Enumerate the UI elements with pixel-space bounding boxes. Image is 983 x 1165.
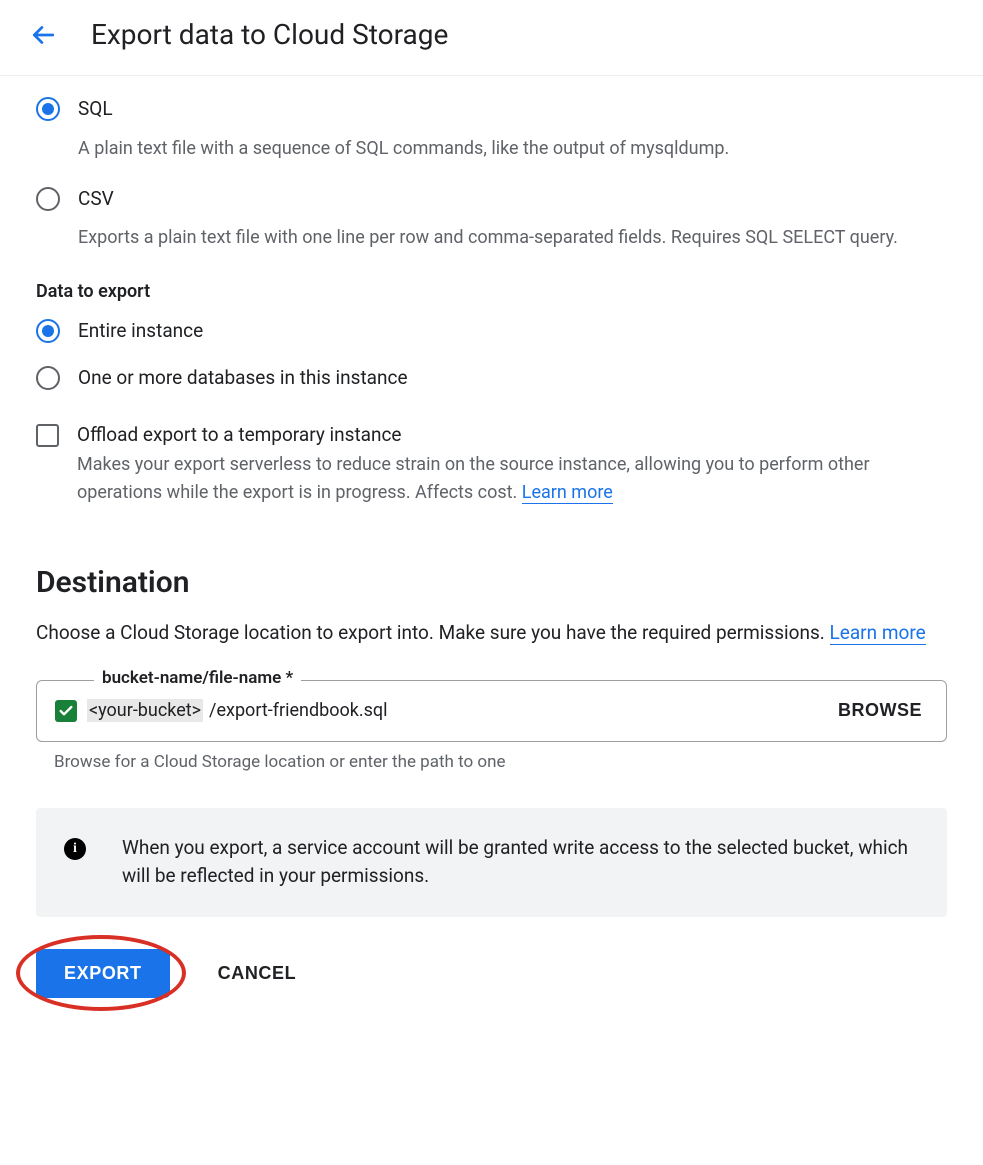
radio-icon bbox=[36, 187, 60, 211]
radio-label: One or more databases in this instance bbox=[78, 365, 408, 392]
export-button[interactable]: EXPORT bbox=[36, 949, 170, 998]
check-icon bbox=[55, 700, 77, 722]
footer-actions: EXPORT CANCEL bbox=[36, 949, 947, 998]
format-radio-csv[interactable]: CSV bbox=[36, 186, 947, 213]
format-csv-description: Exports a plain text file with one line … bbox=[78, 224, 947, 251]
destination-description-text: Choose a Cloud Storage location to expor… bbox=[36, 621, 830, 644]
radio-icon bbox=[36, 97, 60, 121]
back-arrow-icon[interactable] bbox=[30, 22, 56, 48]
page-header: Export data to Cloud Storage bbox=[0, 0, 983, 76]
bucket-field: bucket-name/file-name * <your-bucket> /e… bbox=[36, 680, 947, 742]
permissions-info-text: When you export, a service account will … bbox=[122, 834, 919, 891]
offload-description-text: Makes your export serverless to reduce s… bbox=[77, 454, 870, 503]
info-icon: i bbox=[64, 838, 86, 860]
format-radio-sql[interactable]: SQL bbox=[36, 96, 947, 123]
scope-radio-databases[interactable]: One or more databases in this instance bbox=[36, 365, 947, 392]
radio-label: SQL bbox=[78, 96, 113, 123]
offload-learn-more-link[interactable]: Learn more bbox=[522, 482, 613, 504]
destination-learn-more-link[interactable]: Learn more bbox=[830, 621, 926, 645]
page-title: Export data to Cloud Storage bbox=[91, 18, 448, 51]
file-path-text: /export-friendbook.sql bbox=[209, 700, 826, 721]
radio-icon bbox=[36, 319, 60, 343]
bucket-path-input[interactable]: <your-bucket> /export-friendbook.sql BRO… bbox=[36, 680, 947, 742]
offload-checkbox[interactable]: Offload export to a temporary instance bbox=[36, 423, 947, 447]
format-sql-description: A plain text file with a sequence of SQL… bbox=[78, 135, 947, 162]
checkbox-icon bbox=[36, 424, 59, 447]
checkbox-label: Offload export to a temporary instance bbox=[77, 423, 402, 446]
destination-description: Choose a Cloud Storage location to expor… bbox=[36, 618, 947, 647]
offload-description: Makes your export serverless to reduce s… bbox=[77, 451, 947, 507]
radio-icon bbox=[36, 366, 60, 390]
bucket-placeholder-chip: <your-bucket> bbox=[87, 699, 203, 722]
bucket-field-hint: Browse for a Cloud Storage location or e… bbox=[54, 752, 947, 772]
data-to-export-heading: Data to export bbox=[36, 281, 947, 302]
scope-radio-entire-instance[interactable]: Entire instance bbox=[36, 318, 947, 345]
permissions-info-box: i When you export, a service account wil… bbox=[36, 808, 947, 917]
browse-button[interactable]: BROWSE bbox=[832, 699, 928, 722]
bucket-field-label: bucket-name/file-name * bbox=[94, 668, 301, 688]
radio-label: CSV bbox=[78, 186, 114, 213]
radio-label: Entire instance bbox=[78, 318, 203, 345]
destination-heading: Destination bbox=[36, 565, 947, 600]
cancel-button[interactable]: CANCEL bbox=[212, 962, 303, 985]
